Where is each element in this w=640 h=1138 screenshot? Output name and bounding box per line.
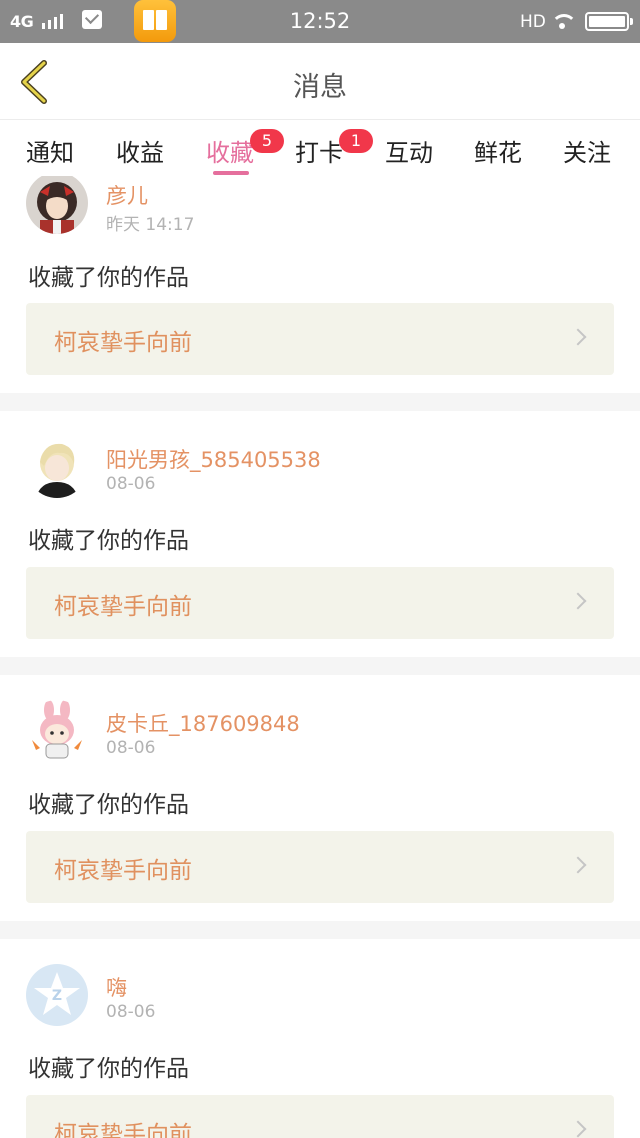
bunny-avatar-icon[interactable] xyxy=(26,700,88,762)
tab-label: 互动 xyxy=(385,139,433,167)
tab-favorites[interactable]: 收藏 5 xyxy=(206,129,284,168)
chevron-right-icon xyxy=(569,328,587,346)
user-name[interactable]: 彦儿 xyxy=(106,180,148,210)
tab-label: 鲜花 xyxy=(474,139,522,167)
qq-star-avatar-icon[interactable]: Z xyxy=(26,964,88,1026)
message-card: Z 嗨 08-06 收藏了你的作品 柯哀挚手向前 xyxy=(0,939,640,1138)
chevron-right-icon xyxy=(569,592,587,610)
svg-text:Z: Z xyxy=(52,988,62,1004)
chevron-right-icon xyxy=(569,1120,587,1138)
tab-checkin[interactable]: 打卡 1 xyxy=(295,129,373,168)
tab-notifications[interactable]: 通知 xyxy=(26,133,74,168)
work-link[interactable]: 柯哀挚手向前 xyxy=(26,303,614,375)
work-title: 柯哀挚手向前 xyxy=(54,594,192,620)
girl-avatar-icon[interactable] xyxy=(26,176,88,234)
tab-flowers[interactable]: 鲜花 xyxy=(474,133,522,168)
tab-label: 收藏 xyxy=(206,139,254,167)
favorites-badge: 5 xyxy=(250,129,284,153)
tab-following[interactable]: 关注 xyxy=(563,133,611,168)
work-link[interactable]: 柯哀挚手向前 xyxy=(26,1095,614,1138)
tab-bar: 通知 收益 收藏 5 打卡 1 互动 鲜花 关注 xyxy=(0,121,640,176)
work-title: 柯哀挚手向前 xyxy=(54,330,192,356)
battery-icon xyxy=(585,12,633,31)
page-title: 消息 xyxy=(293,72,347,103)
tab-label: 通知 xyxy=(26,139,74,167)
message-text: 收藏了你的作品 xyxy=(28,265,189,291)
work-link[interactable]: 柯哀挚手向前 xyxy=(26,567,614,639)
message-card: 皮卡丘_187609848 08-06 收藏了你的作品 柯哀挚手向前 xyxy=(0,675,640,921)
message-text: 收藏了你的作品 xyxy=(28,528,189,554)
tab-interaction[interactable]: 互动 xyxy=(385,133,433,168)
timestamp: 08-06 xyxy=(106,474,156,494)
message-card: 彦儿 昨天 14:17 收藏了你的作品 柯哀挚手向前 xyxy=(0,176,640,393)
chevron-right-icon xyxy=(569,856,587,874)
tab-label: 收益 xyxy=(116,139,164,167)
active-tab-indicator xyxy=(213,171,249,175)
timestamp: 08-06 xyxy=(106,738,156,758)
message-text: 收藏了你的作品 xyxy=(28,1056,189,1082)
message-text: 收藏了你的作品 xyxy=(28,792,189,818)
message-card: 阳光男孩_585405538 08-06 收藏了你的作品 柯哀挚手向前 xyxy=(0,411,640,657)
work-link[interactable]: 柯哀挚手向前 xyxy=(26,831,614,903)
tab-earnings[interactable]: 收益 xyxy=(116,133,164,168)
timestamp: 08-06 xyxy=(106,1002,156,1022)
hd-indicator: HD xyxy=(520,12,546,32)
user-name[interactable]: 皮卡丘_187609848 xyxy=(106,708,300,738)
work-title: 柯哀挚手向前 xyxy=(54,1122,192,1138)
checkin-badge: 1 xyxy=(339,129,373,153)
tab-label: 关注 xyxy=(563,139,611,167)
header: 消息 xyxy=(0,43,640,120)
user-name[interactable]: 嗨 xyxy=(106,972,127,1002)
tab-label: 打卡 xyxy=(295,139,343,167)
boy-avatar-icon[interactable] xyxy=(26,436,88,498)
message-list[interactable]: 彦儿 昨天 14:17 收藏了你的作品 柯哀挚手向前 阳光男孩_58540553… xyxy=(0,176,640,1138)
status-bar: 4G 12:52 HD xyxy=(0,0,640,43)
timestamp: 昨天 14:17 xyxy=(106,215,195,235)
work-title: 柯哀挚手向前 xyxy=(54,858,192,884)
wifi-icon xyxy=(551,12,575,30)
user-name[interactable]: 阳光男孩_585405538 xyxy=(106,444,321,474)
